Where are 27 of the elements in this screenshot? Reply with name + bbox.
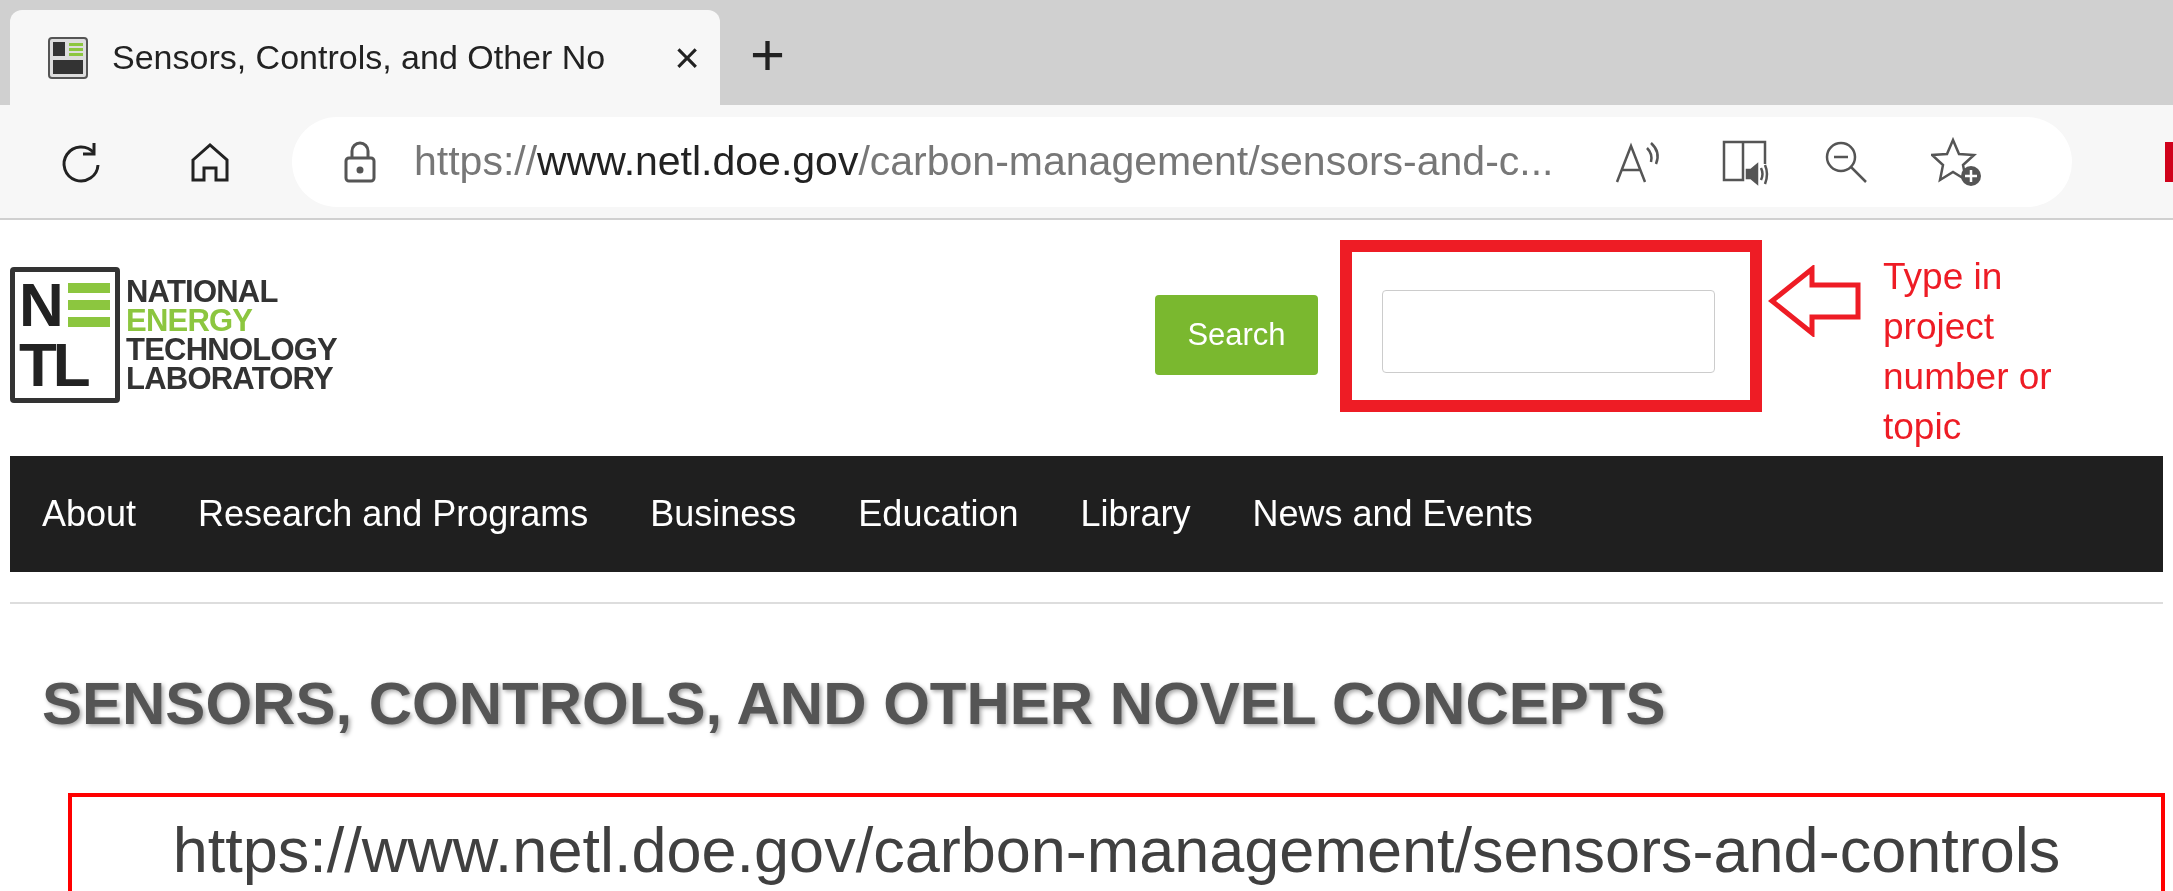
favicon-icon	[48, 36, 88, 79]
browser-tab[interactable]: Sensors, Controls, and Other No ×	[10, 10, 720, 105]
address-bar[interactable]: https://www.netl.doe.gov/carbon-management/sensors-and-c...	[292, 116, 2072, 207]
tab-title: Sensors, Controls, and Other No	[112, 37, 607, 78]
logo-text: NATIONAL	[126, 277, 279, 306]
annotation-note: Type in project number or topic	[1883, 255, 2053, 449]
search-field[interactable]	[1382, 290, 1715, 373]
callout-url-text: https://www.netl.doe.gov/carbon-management/sensors-and-controls	[172, 814, 2061, 887]
logo-letter: TL	[19, 336, 89, 394]
add-favorite-icon[interactable]	[1931, 136, 1984, 187]
tab-close-button[interactable]: ×	[674, 35, 700, 80]
nav-link[interactable]: About	[42, 487, 137, 541]
new-tab-button[interactable]: +	[750, 24, 786, 85]
nav-link[interactable]: Business	[650, 487, 797, 541]
logo-bars-icon	[67, 281, 110, 329]
logo-text: TECHNOLOGY	[126, 335, 337, 364]
logo-letter: N	[19, 274, 64, 336]
logo-text: ENERGY	[126, 306, 254, 335]
nav-link[interactable]: Library	[1080, 487, 1191, 541]
nav-link[interactable]: News and Events	[1252, 487, 1533, 541]
lock-icon	[342, 139, 378, 184]
logo-text: LABORATORY	[126, 364, 334, 393]
nav-link[interactable]: Education	[858, 487, 1019, 541]
nav-link[interactable]: Research and Programs	[198, 487, 589, 541]
arrow-icon	[1768, 265, 1862, 337]
page-title: SENSORS, CONTROLS, AND OTHER NOVEL CONCEPTS	[42, 674, 1667, 734]
url-text: https://www.netl.doe.gov/carbon-management/sensors-and-c...	[414, 136, 1554, 186]
